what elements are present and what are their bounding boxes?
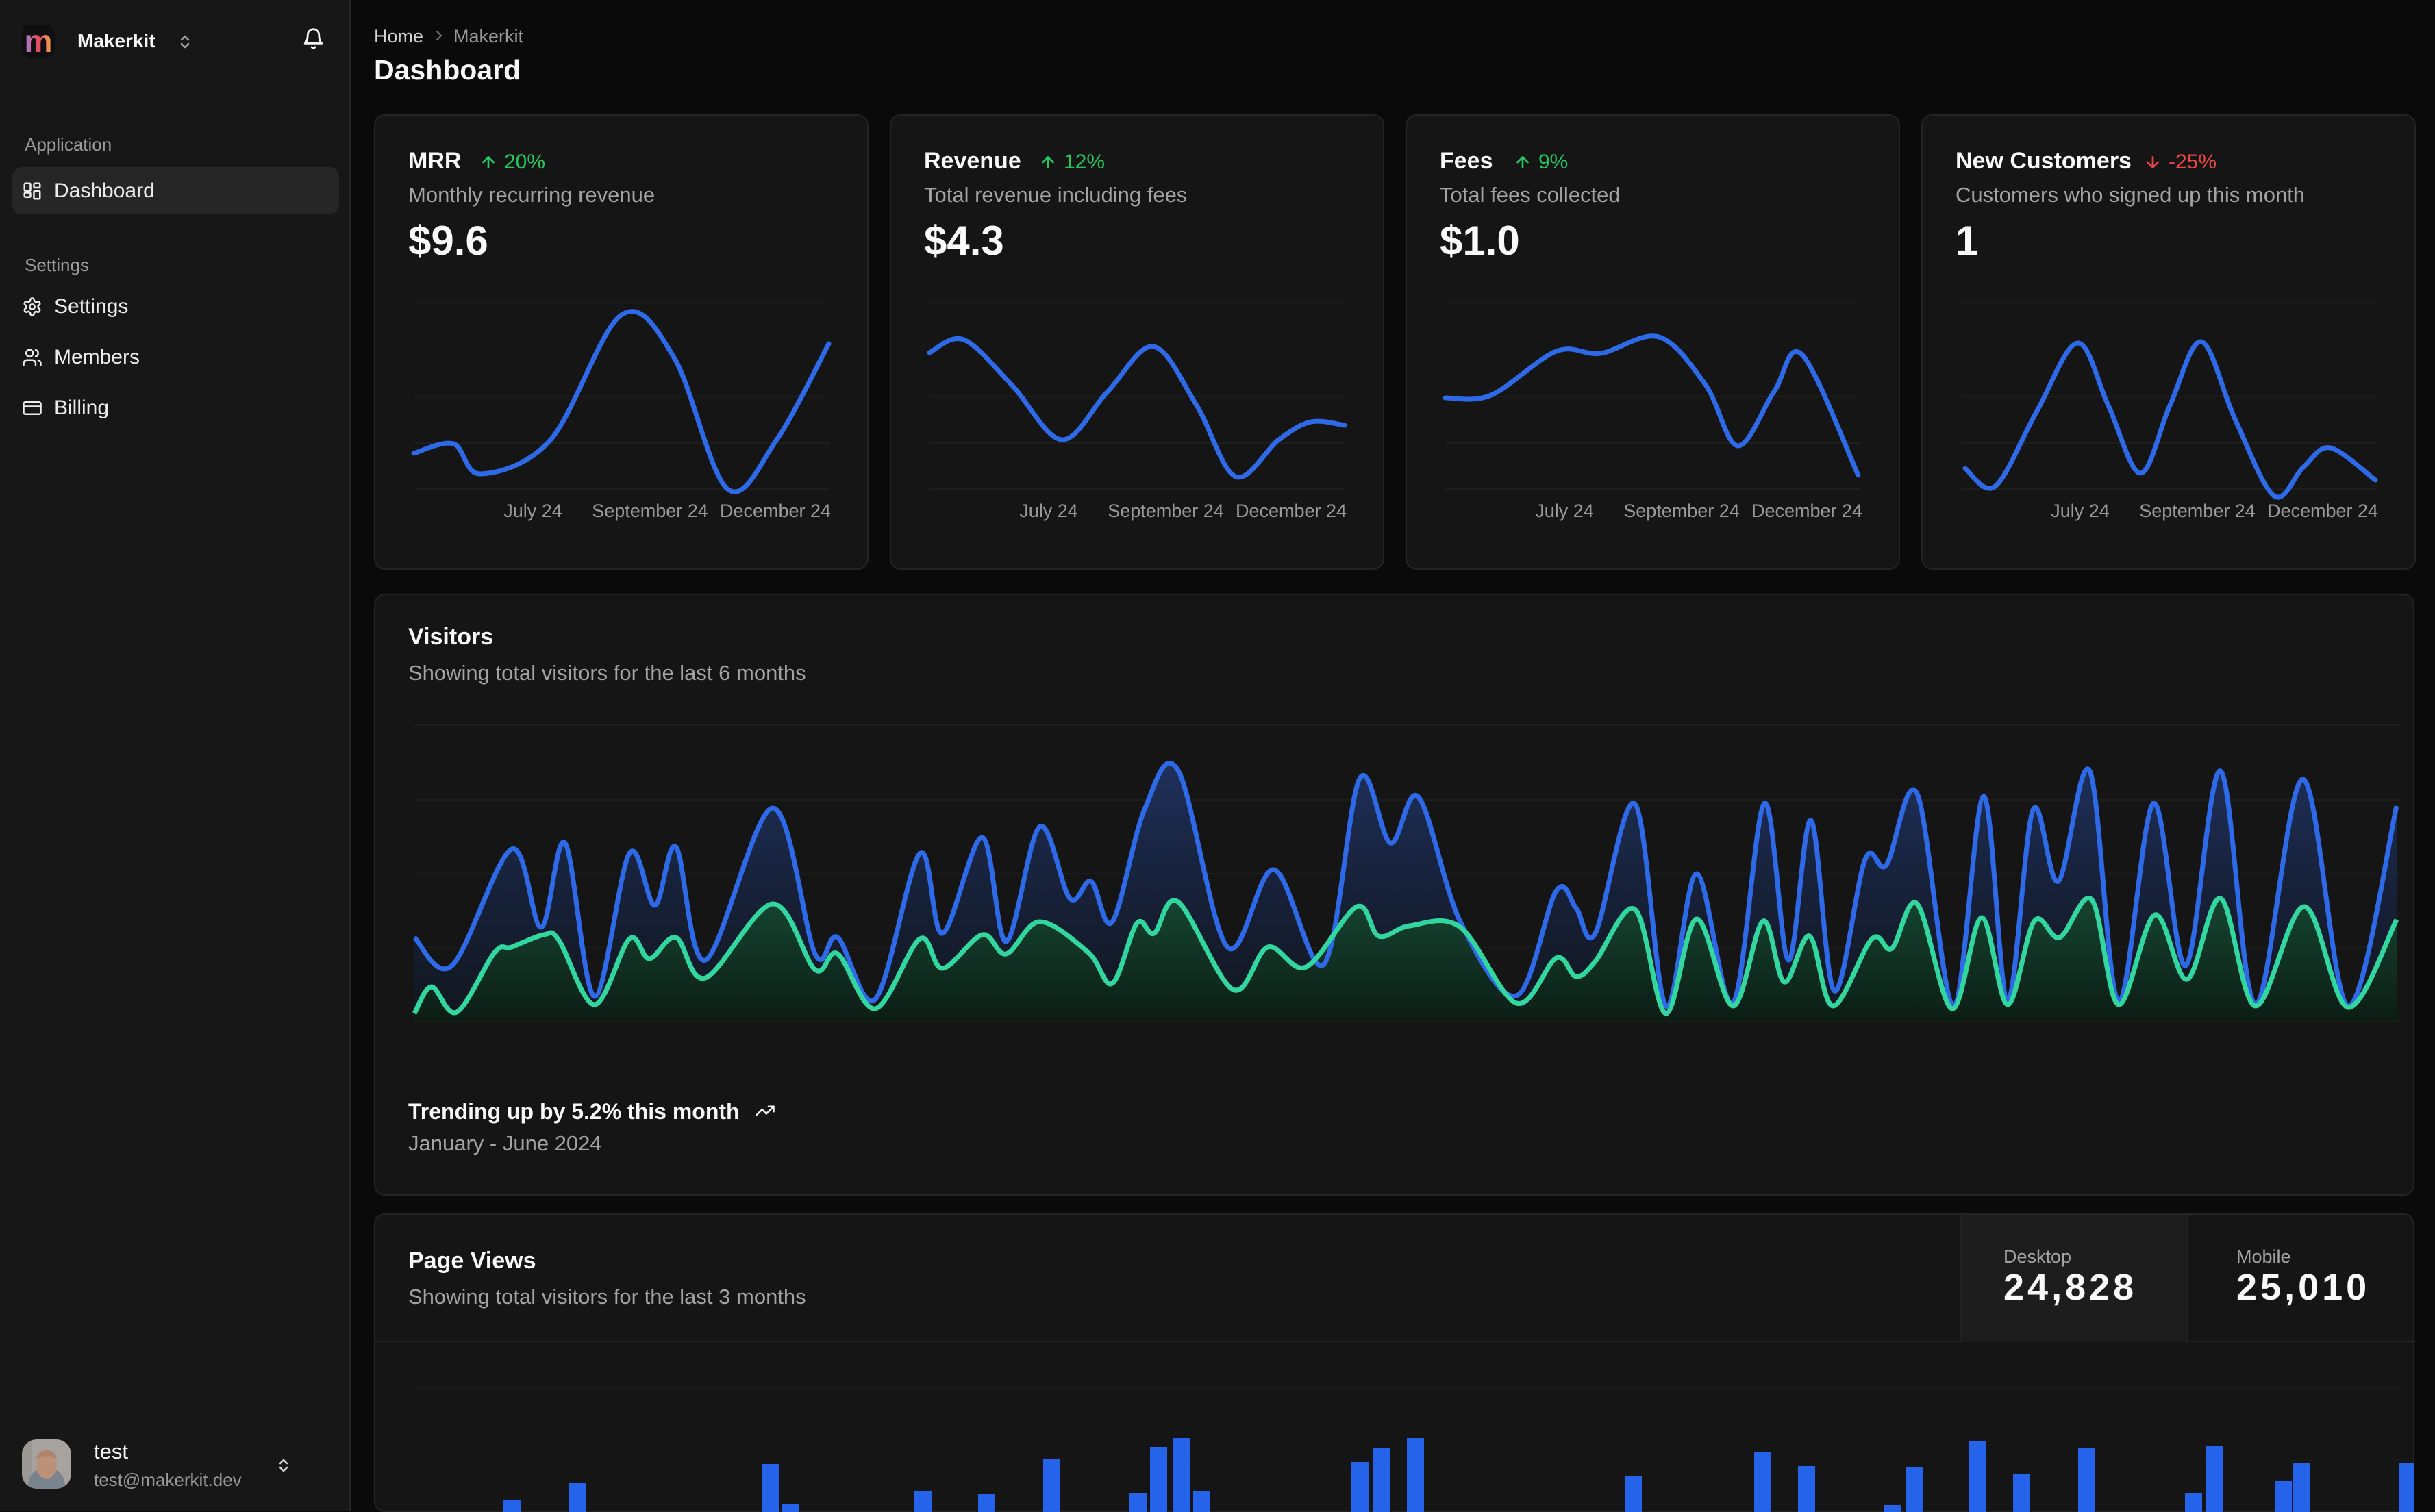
svg-text:m: m <box>25 25 53 58</box>
